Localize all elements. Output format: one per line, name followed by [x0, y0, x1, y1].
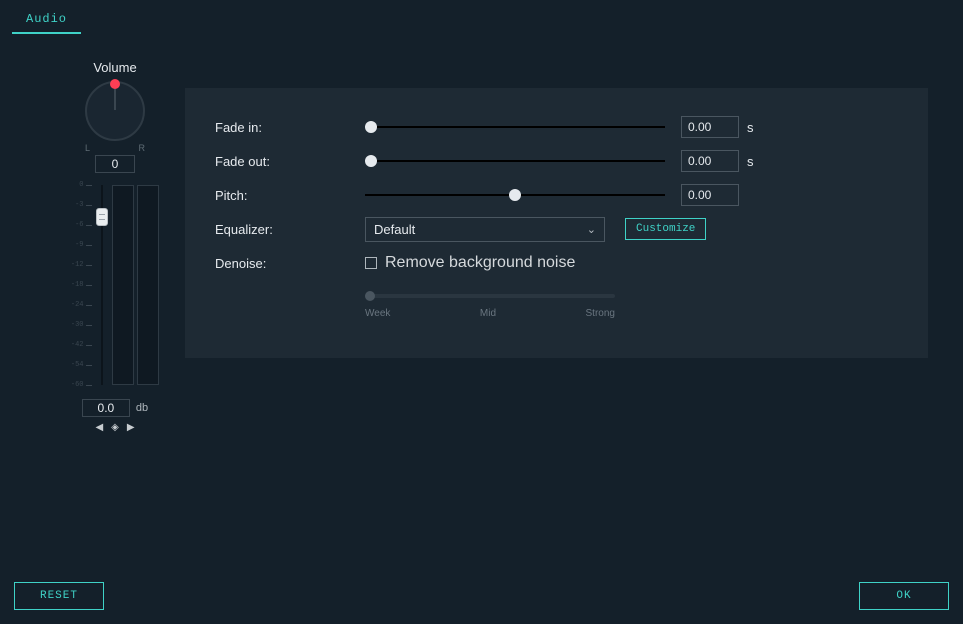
db-value-input[interactable]: 0.0 — [82, 399, 130, 417]
fade-out-row: Fade out: 0.00 s — [215, 144, 898, 178]
denoise-row: Denoise: Remove background noise — [215, 246, 898, 280]
volume-title: Volume — [55, 60, 175, 75]
equalizer-select[interactable]: Default ⌄ — [365, 217, 605, 242]
denoise-level-labels: Week Mid Strong — [365, 308, 615, 319]
volume-slider[interactable] — [95, 185, 109, 385]
keyframe-nav: ◀ ◈ ▶ — [55, 422, 175, 433]
equalizer-row: Equalizer: Default ⌄ Customize — [215, 212, 898, 246]
fade-in-thumb[interactable] — [365, 121, 377, 133]
denoise-checkbox-label: Remove background noise — [385, 254, 575, 272]
denoise-weak-label: Week — [365, 308, 390, 319]
pitch-thumb[interactable] — [509, 189, 521, 201]
next-keyframe-icon[interactable]: ▶ — [127, 422, 135, 433]
fade-out-unit: s — [747, 154, 754, 169]
footer: RESET OK — [14, 582, 949, 610]
volume-section: Volume L R 0 0-3-6-9-12-18-24-30-42-54-6… — [55, 60, 175, 433]
fade-in-row: Fade in: 0.00 s — [215, 110, 898, 144]
ok-button[interactable]: OK — [859, 582, 949, 610]
volume-slider-thumb[interactable] — [96, 208, 108, 226]
add-keyframe-icon[interactable]: ◈ — [111, 422, 119, 433]
denoise-checkbox-group[interactable]: Remove background noise — [365, 254, 575, 272]
level-meter-left — [112, 185, 134, 385]
pan-lr-labels: L R — [85, 143, 145, 153]
fade-out-track — [365, 160, 665, 162]
denoise-label: Denoise: — [215, 256, 365, 271]
db-scale: 0-3-6-9-12-18-24-30-42-54-60 — [72, 185, 92, 385]
fade-out-label: Fade out: — [215, 154, 365, 169]
fade-out-thumb[interactable] — [365, 155, 377, 167]
equalizer-label: Equalizer: — [215, 222, 365, 237]
customize-button[interactable]: Customize — [625, 218, 706, 240]
db-readout-row: 0.0 db — [55, 399, 175, 417]
pan-indicator-icon — [110, 79, 120, 89]
denoise-mid-label: Mid — [480, 308, 496, 319]
db-unit-label: db — [136, 402, 148, 414]
volume-meter-area: 0-3-6-9-12-18-24-30-42-54-60 — [69, 185, 161, 395]
fade-in-input[interactable]: 0.00 — [681, 116, 739, 138]
fade-out-slider[interactable] — [365, 153, 665, 169]
denoise-track — [365, 294, 615, 298]
chevron-down-icon: ⌄ — [587, 223, 596, 236]
pan-needle — [115, 86, 116, 110]
pan-l-label: L — [85, 143, 90, 153]
tab-bar: Audio — [0, 0, 963, 34]
pitch-input[interactable]: 0.00 — [681, 184, 739, 206]
pan-value-input[interactable]: 0 — [95, 155, 135, 173]
fade-in-label: Fade in: — [215, 120, 365, 135]
tab-audio[interactable]: Audio — [12, 8, 81, 34]
fade-in-track — [365, 126, 665, 128]
pitch-row: Pitch: 0.00 — [215, 178, 898, 212]
prev-keyframe-icon[interactable]: ◀ — [95, 422, 103, 433]
fade-out-input[interactable]: 0.00 — [681, 150, 739, 172]
fade-in-unit: s — [747, 120, 754, 135]
settings-panel: Fade in: 0.00 s Fade out: 0.00 s Pitch: — [185, 88, 928, 358]
denoise-strength-slider[interactable]: Week Mid Strong — [365, 294, 615, 319]
pan-knob[interactable] — [85, 81, 145, 141]
pitch-label: Pitch: — [215, 188, 365, 203]
denoise-checkbox[interactable] — [365, 257, 377, 269]
level-meter-right — [137, 185, 159, 385]
denoise-thumb[interactable] — [365, 291, 375, 301]
pan-r-label: R — [139, 143, 146, 153]
fade-in-slider[interactable] — [365, 119, 665, 135]
denoise-strong-label: Strong — [586, 308, 615, 319]
equalizer-selected: Default — [374, 222, 415, 237]
reset-button[interactable]: RESET — [14, 582, 104, 610]
pitch-slider[interactable] — [365, 187, 665, 203]
